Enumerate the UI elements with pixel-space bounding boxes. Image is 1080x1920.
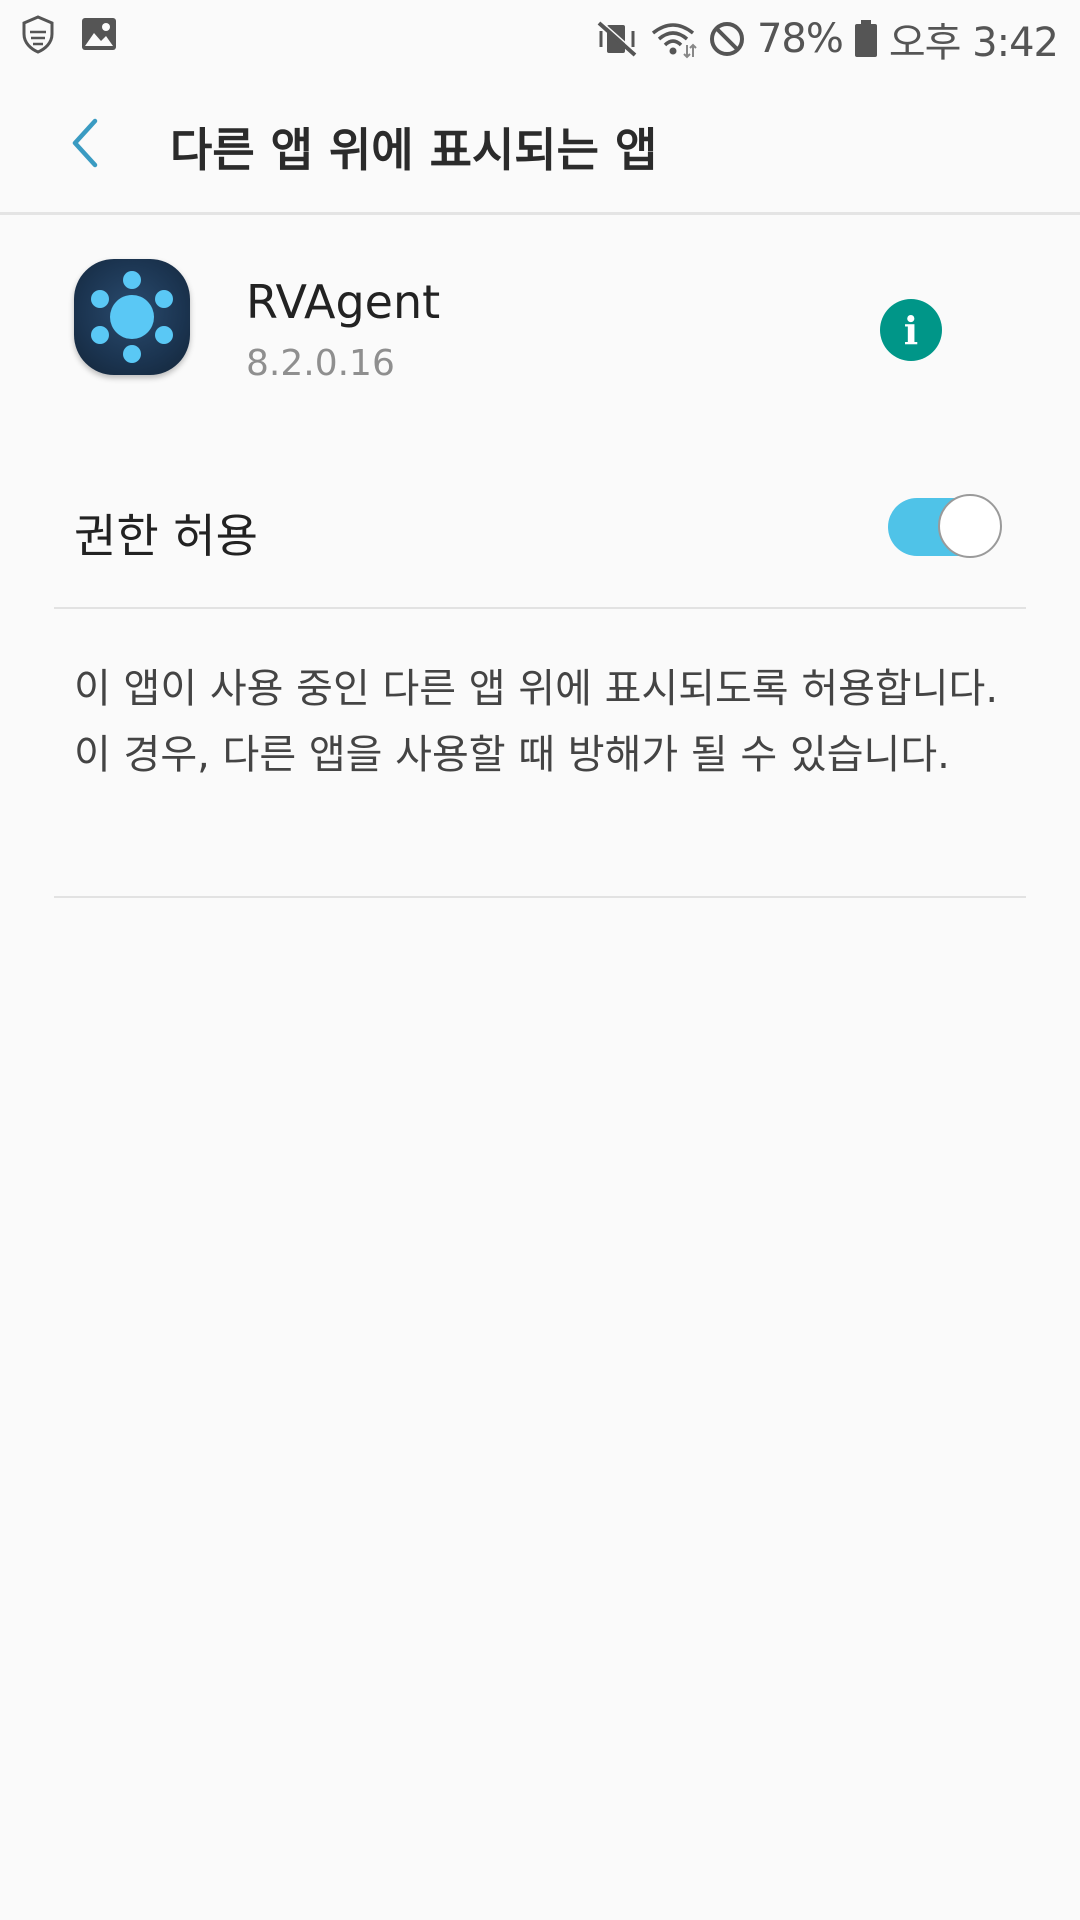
header-divider <box>0 212 1080 215</box>
divider <box>54 607 1026 609</box>
battery-icon <box>853 19 879 59</box>
permission-toggle[interactable] <box>888 494 1002 558</box>
toggle-thumb <box>938 494 1002 558</box>
screen: 78% 오후 3:42 다른 앱 위에 표시되는 앱 RVAgent 8.2.0… <box>0 0 1080 1920</box>
shield-icon <box>20 14 56 54</box>
app-bar: 다른 앱 위에 표시되는 앱 <box>0 72 1080 214</box>
wifi-icon <box>649 19 697 59</box>
status-bar: 78% 오후 3:42 <box>0 0 1080 72</box>
app-info-button[interactable]: i <box>880 299 942 361</box>
image-icon <box>80 16 118 52</box>
battery-percent: 78% <box>756 16 844 62</box>
chevron-left-icon <box>65 115 105 175</box>
permission-row[interactable]: 권한 허용 <box>0 480 1080 600</box>
app-name: RVAgent <box>246 275 441 329</box>
divider <box>54 896 1026 898</box>
vibrate-mute-icon <box>595 19 639 59</box>
app-version: 8.2.0.16 <box>246 343 395 384</box>
back-button[interactable] <box>50 110 120 180</box>
app-info-row: RVAgent 8.2.0.16 i <box>0 255 1080 385</box>
clock: 오후 3:42 <box>888 20 1059 66</box>
page-title: 다른 앱 위에 표시되는 앱 <box>170 123 658 177</box>
permission-label: 권한 허용 <box>74 509 258 563</box>
info-icon: i <box>903 307 919 353</box>
do-not-disturb-icon <box>707 19 747 59</box>
app-icon <box>74 259 190 375</box>
permission-description: 이 앱이 사용 중인 다른 앱 위에 표시되도록 허용합니다. 이 경우, 다른… <box>74 666 999 778</box>
